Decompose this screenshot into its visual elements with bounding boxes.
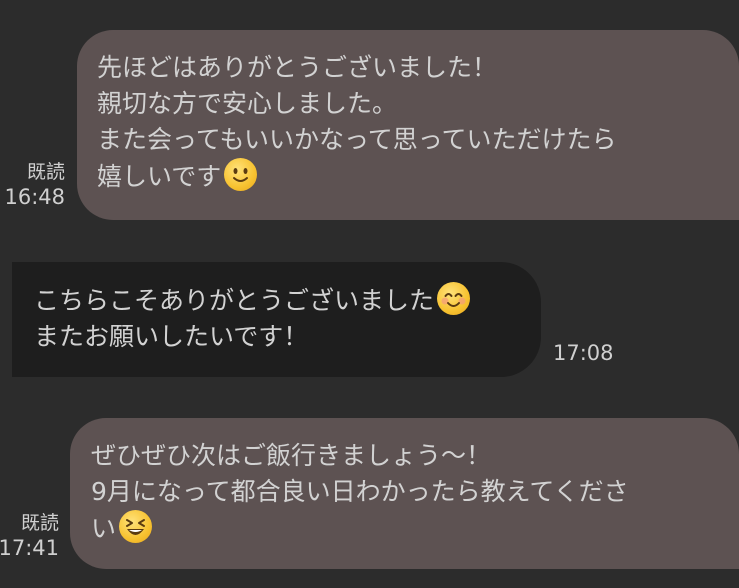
smiling-face-with-smiling-eyes-emoji-icon [437,282,471,315]
message-text-line: 9月になって都合良い日わかったら教えてくださ [91,477,629,506]
slightly-smiling-face-emoji-icon [224,158,258,191]
message-text: こちらこそありがとうございました [34,286,435,315]
message-meta: 既読 16:48 [4,160,65,210]
message-text-line-with-emoji: 嬉しいです [97,158,739,195]
message-text-line: 親切な方で安心しました。 [97,89,398,118]
message-text-line: またお願いしたいです！ [34,322,309,351]
read-receipt: 既読 [20,512,59,534]
message-text: 嬉しいです [97,162,222,191]
message-timestamp: 16:48 [4,185,65,209]
message-text-line: ぜひぜひ次はご飯行きましょう〜！ [91,441,492,470]
message-text-line-with-emoji: こちらこそありがとうございました [34,282,541,319]
message-text: い [91,514,117,543]
message-timestamp: 17:08 [553,341,614,365]
outgoing-message-bubble[interactable]: ぜひぜひ次はご飯行きましょう〜！ 9月になって都合良い日わかったら教えてくださ … [70,418,739,569]
message-timestamp: 17:41 [0,536,59,560]
message-text-line: また会ってもいいかなって思っていただけたら [97,125,617,154]
grinning-squinting-face-emoji-icon [119,510,153,543]
message-meta: 17:08 [553,341,614,366]
message-text-line-with-emoji: い [91,510,739,547]
message-meta: 既読 17:41 [0,511,59,561]
read-receipt: 既読 [26,161,65,183]
message-text-line: 先ほどはありがとうございました！ [97,53,498,82]
outgoing-message-bubble[interactable]: 先ほどはありがとうございました！ 親切な方で安心しました。 また会ってもいいかな… [77,30,739,220]
incoming-message-bubble[interactable]: こちらこそありがとうございました またお願いしたいです！ [12,262,541,377]
